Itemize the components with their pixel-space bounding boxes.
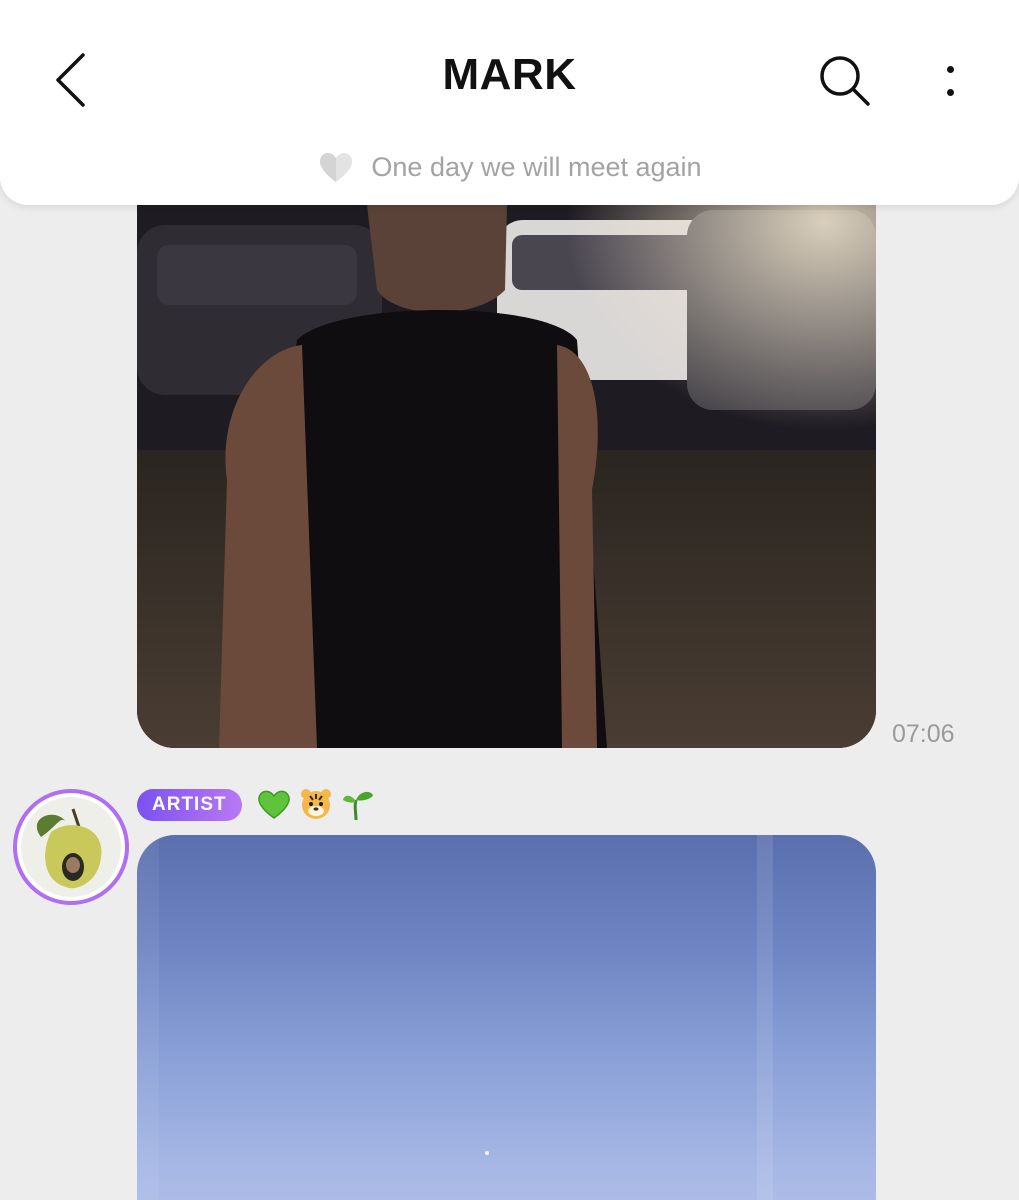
photo-sky: [137, 835, 773, 1200]
photo-night-portrait: [137, 150, 876, 748]
avatar[interactable]: [13, 789, 129, 905]
photo-message-1[interactable]: [137, 150, 876, 748]
status-text: One day we will meet again: [371, 151, 702, 182]
seedling-icon: [343, 791, 373, 821]
heart-icon: [320, 152, 353, 182]
search-icon: [820, 56, 870, 106]
sender-emojis: [256, 786, 376, 822]
status-message: One day we will meet again: [0, 150, 1019, 184]
chat-screen: 07:06 ARTIST MARK One day we will meet a…: [0, 0, 1019, 1200]
tiger-face-icon: [301, 789, 331, 819]
artist-badge: ARTIST: [137, 789, 242, 821]
photo-message-2[interactable]: [137, 835, 876, 1200]
green-heart-icon: [258, 790, 290, 819]
avatar-apple-image: [21, 797, 121, 897]
message-timestamp: 07:06: [892, 720, 955, 748]
search-button[interactable]: [812, 48, 878, 114]
vertical-dots-icon: [946, 66, 954, 73]
chat-header: MARK One day we will meet again: [0, 0, 1019, 205]
more-options-button[interactable]: [925, 48, 975, 114]
